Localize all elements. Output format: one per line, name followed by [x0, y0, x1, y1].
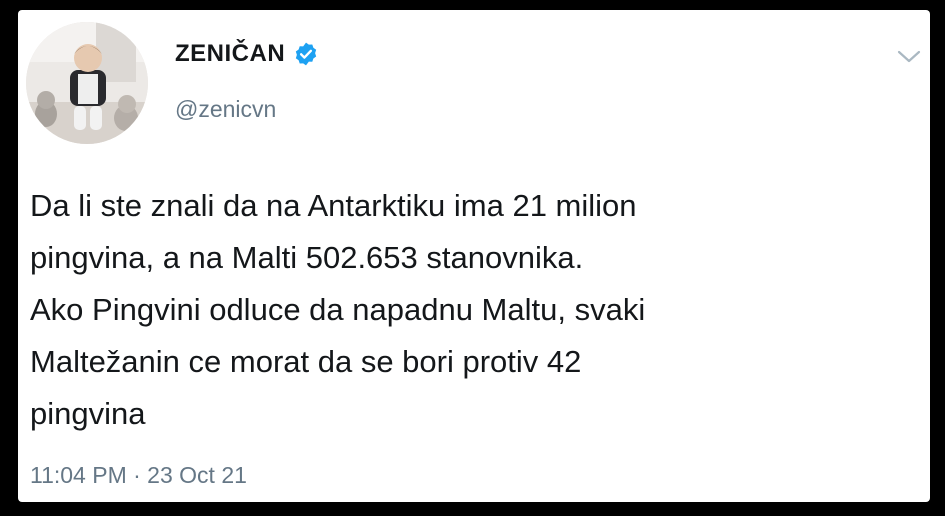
- black-frame: ZENIČAN @zenicvn Da li ste znali da na A…: [0, 0, 945, 516]
- tweet-text: Da li ste znali da na Antarktiku ima 21 …: [30, 188, 646, 431]
- tweet-timestamp[interactable]: 11:04 PM · 23 Oct 21: [30, 462, 247, 489]
- avatar-photo: [26, 22, 148, 144]
- chevron-down-icon[interactable]: [896, 48, 922, 66]
- display-name[interactable]: ZENIČAN: [175, 40, 285, 68]
- user-name-row: ZENIČAN: [175, 40, 319, 68]
- verified-badge-icon: [293, 41, 319, 67]
- avatar[interactable]: [26, 22, 148, 144]
- tweet-card: ZENIČAN @zenicvn Da li ste znali da na A…: [18, 10, 930, 502]
- user-handle[interactable]: @zenicvn: [175, 96, 276, 123]
